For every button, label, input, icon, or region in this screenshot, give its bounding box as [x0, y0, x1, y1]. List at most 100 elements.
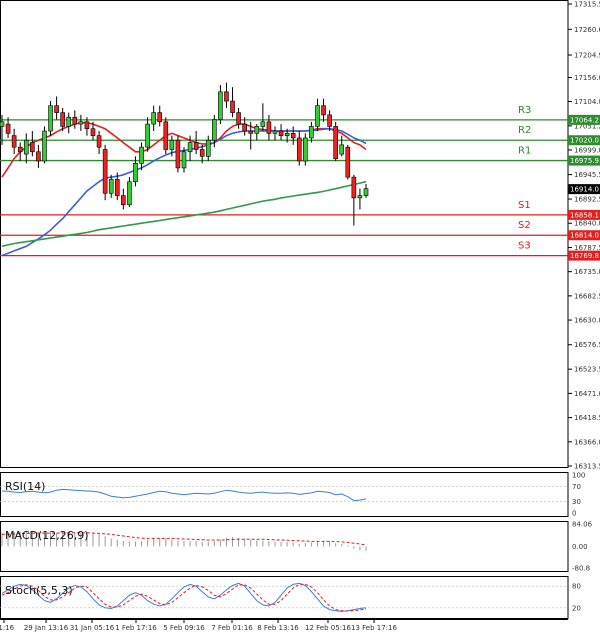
level-price-tag-label: 16769.8: [570, 252, 599, 260]
indicator-tick-label: 70: [572, 483, 581, 491]
candle-body: [90, 128, 96, 136]
candle-body: [260, 121, 266, 127]
candle-body: [272, 130, 278, 134]
candle-body: [139, 146, 144, 164]
candle-body: [102, 149, 108, 194]
time-tick-label: 12 Feb 05:16: [305, 624, 351, 632]
price-tick-label: 16840.0: [574, 220, 600, 228]
candle-body: [205, 139, 211, 157]
candle-body: [127, 181, 132, 206]
candle-body: [114, 179, 120, 196]
candle-body: [296, 137, 302, 162]
candle-body: [42, 130, 47, 162]
indicator-pane: [0, 576, 569, 619]
time-tick-label: 8 Feb 13:16: [257, 624, 299, 632]
candle-body: [121, 195, 126, 206]
indicator-tick-label: 0: [572, 510, 576, 518]
candle-body: [5, 123, 11, 134]
candle-body: [345, 146, 351, 178]
candle-body: [48, 105, 53, 132]
level-price-tag-label: 17020.0: [570, 137, 599, 145]
candle-body: [193, 142, 199, 150]
indicator-tick-label: 20: [572, 604, 581, 612]
candle-body: [236, 112, 241, 125]
price-tick-label: 16471.0: [574, 390, 600, 398]
level-name-s2: S2: [518, 220, 531, 231]
price-tick-label: 16576.5: [574, 341, 600, 349]
candle-body: [66, 116, 72, 127]
candle-body: [278, 130, 284, 136]
candle-body: [230, 100, 235, 113]
candle-body: [309, 126, 314, 139]
level-price-tag-label: 16814.0: [570, 232, 599, 240]
level-name-r2: R2: [518, 125, 531, 136]
chart-window: 17315.517260.617204.917156.017104.017051…: [0, 0, 600, 632]
candle-body: [339, 144, 345, 155]
price-tick-label: 16418.5: [574, 414, 600, 422]
candle-body: [254, 126, 260, 134]
candle-body: [151, 112, 156, 125]
chart-canvas: 17315.517260.617204.917156.017104.017051…: [0, 0, 600, 632]
indicator-title: MACD(12,26,9): [5, 529, 89, 542]
price-tick-label: 17104.0: [574, 98, 600, 106]
price-tick-label: 17260.6: [574, 26, 600, 34]
time-tick-label: 7 Feb 01:16: [211, 624, 253, 632]
candle-body: [133, 163, 138, 183]
candle-body: [357, 195, 363, 199]
time-tick-label: 29 Jan 13:16: [24, 624, 69, 632]
candle-body: [78, 121, 84, 125]
candle-body: [284, 133, 290, 136]
time-tick-label: 1 Feb 17:16: [115, 624, 157, 632]
candle-body: [175, 139, 181, 169]
time-tick-label: 01:16: [0, 624, 15, 632]
indicator-tick-label: 80: [572, 583, 581, 591]
current-price-label: 16914.0: [570, 186, 599, 194]
price-tick-label: 16892.5: [574, 196, 600, 204]
candle-body: [187, 142, 193, 153]
time-tick-label: 13 Feb 17:16: [351, 624, 397, 632]
candle-body: [303, 137, 308, 162]
indicator-tick-label: 30: [572, 498, 581, 506]
candle-body: [266, 121, 272, 134]
candle-body: [0, 121, 5, 127]
candle-body: [108, 179, 114, 194]
candle-body: [84, 121, 90, 130]
indicator-tick-label: 0.00: [572, 543, 588, 551]
price-tick-label: 17156.0: [574, 74, 600, 82]
level-name-s1: S1: [518, 200, 531, 211]
candle-body: [327, 114, 332, 127]
candle-body: [30, 142, 35, 153]
price-tick-label: 16630.0: [574, 317, 600, 325]
candle-body: [72, 116, 78, 125]
candle-body: [242, 123, 247, 132]
candle-body: [96, 135, 102, 148]
candle-body: [54, 105, 59, 113]
candle-body: [218, 91, 223, 120]
main-pane: [0, 0, 569, 468]
indicator-tick-label: 100: [572, 472, 585, 480]
price-tick-label: 17315.5: [574, 1, 600, 9]
price-tick-label: 16682.5: [574, 292, 600, 300]
candle-body: [212, 119, 217, 141]
level-name-r1: R1: [518, 146, 531, 157]
indicator-pane: [0, 472, 569, 517]
price-tick-label: 16366.0: [574, 438, 600, 446]
price-tick-label: 16523.5: [574, 366, 600, 374]
candle-body: [290, 133, 296, 139]
candle-body: [145, 123, 150, 148]
time-tick-label: 5 Feb 09:16: [163, 624, 205, 632]
level-price-tag-label: 17064.2: [570, 116, 599, 124]
level-price-tag-label: 16858.1: [570, 211, 599, 219]
price-tick-label: 16945.5: [574, 171, 600, 179]
candle-body: [60, 112, 65, 127]
candle-body: [363, 188, 369, 196]
candle-body: [157, 112, 163, 123]
price-tick-label: 16313.5: [574, 463, 600, 471]
indicator-tick-label: -80.8: [572, 565, 590, 573]
indicator-title: RSI(14): [5, 480, 45, 493]
candle-body: [248, 130, 254, 134]
level-name-s3: S3: [518, 241, 531, 252]
candle-body: [199, 149, 205, 157]
level-name-r3: R3: [518, 105, 531, 116]
candle-body: [23, 139, 29, 155]
